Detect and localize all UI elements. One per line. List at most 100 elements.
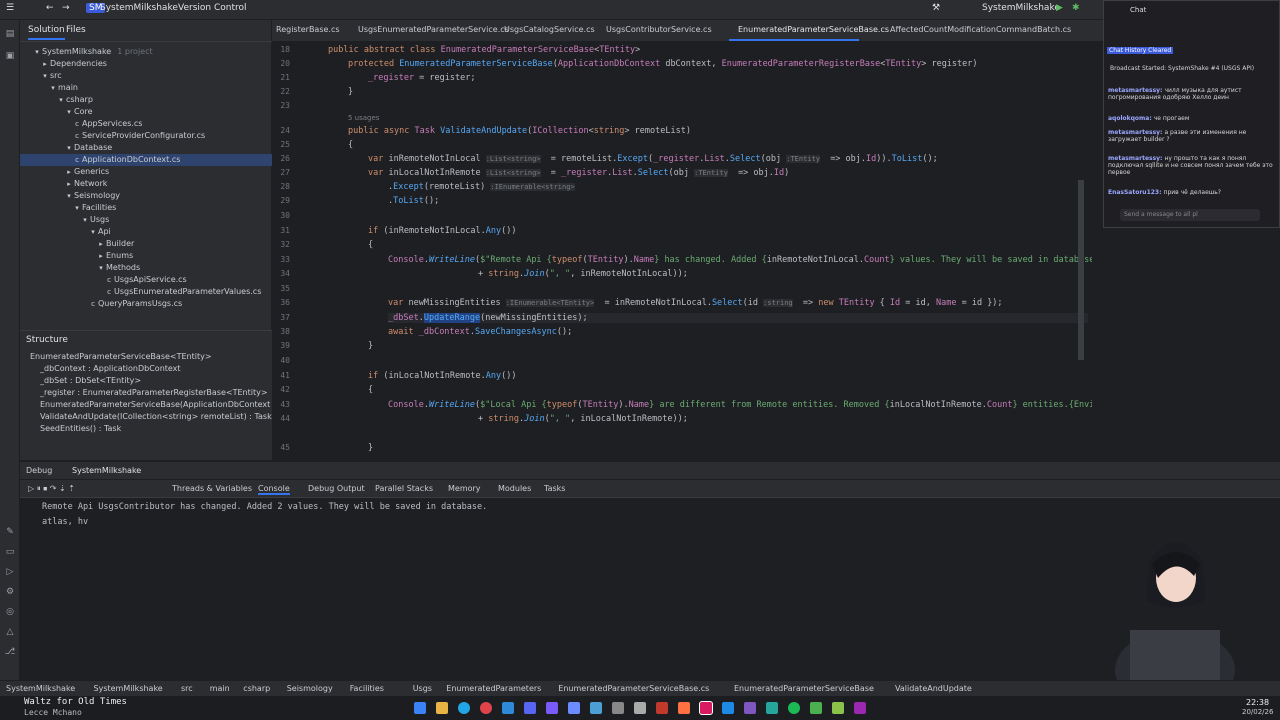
chat-username[interactable]: metasmartessy: bbox=[1108, 155, 1162, 162]
structure-item[interactable]: SeedEntities() : Task bbox=[20, 423, 272, 435]
tab-debug-output[interactable]: Debug Output bbox=[308, 484, 365, 493]
windows-start-icon[interactable] bbox=[414, 702, 426, 714]
editor-scrollbar[interactable] bbox=[1078, 180, 1084, 360]
clock-date[interactable]: 20/02/26 bbox=[1242, 708, 1273, 716]
breadcrumb-item[interactable]: Seismology bbox=[287, 684, 333, 693]
breadcrumb-item[interactable]: Usgs bbox=[413, 684, 432, 693]
run-config-selector[interactable]: SystemMilkshake bbox=[982, 3, 1060, 13]
vscode-icon[interactable] bbox=[502, 702, 514, 714]
structure-item[interactable]: EnumeratedParameterServiceBase<TEntity> bbox=[20, 351, 272, 363]
tab-parallel-stacks[interactable]: Parallel Stacks bbox=[375, 484, 433, 493]
console-output[interactable]: Remote Api UsgsContributor has changed. … bbox=[20, 498, 1280, 680]
breadcrumb-item[interactable]: EnumeratedParameters bbox=[446, 684, 541, 693]
solution-icon[interactable]: ▤ bbox=[4, 28, 16, 40]
firefox-icon[interactable] bbox=[678, 702, 690, 714]
tree-item[interactable]: ▾ csharp bbox=[20, 94, 272, 106]
breadcrumb-item[interactable]: EnumeratedParameterServiceBase bbox=[734, 684, 874, 693]
chat-username[interactable]: EnasSatoru123: bbox=[1108, 189, 1162, 196]
clock-time[interactable]: 22:38 bbox=[1246, 698, 1269, 707]
app-icon[interactable] bbox=[612, 702, 624, 714]
tree-item[interactable]: c ApplicationDbContext.cs bbox=[20, 154, 272, 166]
app-icon[interactable] bbox=[744, 702, 756, 714]
problems-icon[interactable]: ◎ bbox=[4, 606, 16, 618]
tab-files[interactable]: Files bbox=[66, 25, 86, 35]
breadcrumb-item[interactable]: SystemMilkshake bbox=[6, 684, 75, 693]
hammer-icon[interactable]: ⚒ bbox=[932, 3, 940, 13]
rider-icon[interactable] bbox=[699, 701, 713, 715]
breadcrumb-item[interactable]: SystemMilkshake bbox=[94, 684, 163, 693]
app-icon[interactable] bbox=[634, 702, 646, 714]
tree-item[interactable]: ▸ Generics bbox=[20, 166, 272, 178]
app-icon[interactable] bbox=[832, 702, 844, 714]
debug-session[interactable]: SystemMilkshake bbox=[72, 466, 141, 475]
chat-username[interactable]: metasmartessy: bbox=[1108, 129, 1162, 136]
services-icon[interactable]: ⚙ bbox=[4, 586, 16, 598]
app-icon[interactable] bbox=[766, 702, 778, 714]
tree-item[interactable]: c AppServices.cs bbox=[20, 118, 272, 130]
app-icon[interactable] bbox=[546, 702, 558, 714]
git-icon[interactable]: ⎇ bbox=[4, 646, 16, 658]
code-editor[interactable]: 18 20 21 22 23 24 25 26 27 28 29 30 31 32 33 34 35 36 37 38… bbox=[272, 42, 1092, 460]
tree-item[interactable]: c UsgsEnumeratedParameterValues.cs bbox=[20, 286, 272, 298]
main-menu-icon[interactable]: ☰ bbox=[6, 3, 14, 13]
tree-item[interactable]: c UsgsApiService.cs bbox=[20, 274, 272, 286]
telegram-icon[interactable] bbox=[458, 702, 470, 714]
app-icon[interactable] bbox=[854, 702, 866, 714]
tree-item[interactable]: ▸ Dependencies bbox=[20, 58, 272, 70]
tree-item[interactable]: ▾ Methods bbox=[20, 262, 272, 274]
terminal-icon[interactable]: ▭ bbox=[4, 546, 16, 558]
run-tool-icon[interactable]: ▷ bbox=[4, 566, 16, 578]
tree-item[interactable]: ▾ Database bbox=[20, 142, 272, 154]
breadcrumb-item[interactable]: EnumeratedParameterServiceBase.cs bbox=[558, 684, 709, 693]
warning-icon[interactable]: △ bbox=[4, 626, 16, 638]
app-icon[interactable] bbox=[590, 702, 602, 714]
tab-enumerated-parameter-service-base[interactable]: EnumeratedParameterServiceBase.cs bbox=[738, 25, 889, 34]
tab-usgs-enumerated-service[interactable]: UsgsEnumeratedParameterService.cs bbox=[358, 25, 509, 34]
resume-icon[interactable]: ▷ ⏸ ⏹ ↷ ⇣ ⇡ bbox=[28, 484, 75, 494]
tab-console[interactable]: Console bbox=[258, 484, 290, 495]
breadcrumb-item[interactable]: main bbox=[210, 684, 230, 693]
tab-debug[interactable]: Debug bbox=[26, 466, 52, 475]
explorer-icon[interactable]: ▣ bbox=[4, 50, 16, 62]
discord-icon[interactable] bbox=[524, 702, 536, 714]
debug-tool-icon[interactable]: ✎ bbox=[4, 526, 16, 538]
tab-solution[interactable]: Solution bbox=[28, 25, 65, 40]
app-icon[interactable] bbox=[568, 702, 580, 714]
debug-icon[interactable]: ✱ bbox=[1072, 3, 1080, 13]
tab-usgs-contributor-service[interactable]: UsgsContributorService.cs bbox=[606, 25, 712, 34]
structure-item[interactable]: ValidateAndUpdate(ICollection<string> re… bbox=[20, 411, 272, 423]
tree-item[interactable]: ▾ SystemMilkshake 1 project bbox=[20, 46, 272, 58]
chat-username[interactable]: metasmartessy: bbox=[1108, 87, 1162, 94]
project-selector[interactable]: SystemMilkshake bbox=[100, 3, 178, 13]
tab-tasks[interactable]: Tasks bbox=[544, 484, 565, 493]
chat-input[interactable]: Send a message to all pl bbox=[1120, 209, 1260, 221]
tab-affected-count[interactable]: AffectedCountModificationCommandBatch.cs bbox=[890, 25, 1071, 34]
app-icon[interactable] bbox=[656, 702, 668, 714]
back-icon[interactable]: ← bbox=[46, 3, 54, 13]
vcs-selector[interactable]: Version Control bbox=[178, 3, 247, 13]
app-icon[interactable] bbox=[722, 702, 734, 714]
tree-item[interactable]: ▾ Facilities bbox=[20, 202, 272, 214]
forward-icon[interactable]: → bbox=[62, 3, 70, 13]
run-icon[interactable]: ▶ bbox=[1056, 3, 1063, 13]
tab-memory[interactable]: Memory bbox=[448, 484, 481, 493]
tree-item[interactable]: ▾ Api bbox=[20, 226, 272, 238]
tab-threads[interactable]: Threads & Variables bbox=[172, 484, 252, 493]
usages-hint[interactable]: 5 usages bbox=[348, 114, 379, 122]
tree-item[interactable]: ▸ Builder bbox=[20, 238, 272, 250]
tab-registerbase[interactable]: RegisterBase.cs bbox=[276, 25, 340, 34]
tree-item[interactable]: ▾ src bbox=[20, 70, 272, 82]
chat-username[interactable]: aqolokqoma: bbox=[1108, 115, 1152, 122]
explorer-app-icon[interactable] bbox=[436, 702, 448, 714]
tree-item[interactable]: ▸ Enums bbox=[20, 250, 272, 262]
tree-item[interactable]: ▾ Usgs bbox=[20, 214, 272, 226]
structure-item[interactable]: _dbSet : DbSet<TEntity> bbox=[20, 375, 272, 387]
breadcrumb-item[interactable]: ValidateAndUpdate bbox=[895, 684, 972, 693]
tree-item[interactable]: ▾ main bbox=[20, 82, 272, 94]
tree-item[interactable]: ▾ Core bbox=[20, 106, 272, 118]
tree-item[interactable]: ▸ Network bbox=[20, 178, 272, 190]
tree-item[interactable]: c ServiceProviderConfigurator.cs bbox=[20, 130, 272, 142]
breadcrumb-item[interactable]: src bbox=[181, 684, 193, 693]
opera-icon[interactable] bbox=[480, 702, 492, 714]
app-icon[interactable] bbox=[810, 702, 822, 714]
